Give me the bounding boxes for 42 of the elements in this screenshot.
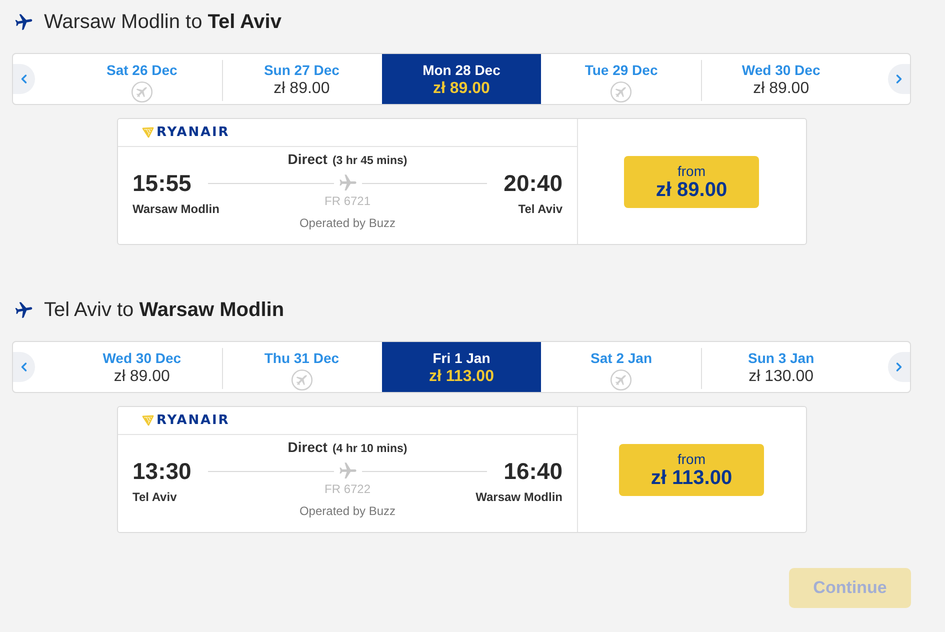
no-flight-icon	[290, 369, 313, 391]
no-flight-icon	[610, 369, 632, 391]
origin-city: Tel Aviv	[132, 490, 177, 504]
airplane-icon	[338, 173, 358, 193]
flight-number: FR 6721	[324, 194, 371, 208]
operator-label: Operated by Buzz	[299, 504, 396, 518]
date-tab[interactable]: Sun 3 Jan zł 130.00	[701, 342, 861, 392]
destination-city: Tel Aviv	[518, 202, 562, 216]
harp-logo-icon	[142, 415, 154, 426]
next-dates-button[interactable]	[888, 64, 910, 94]
leg-title: Tel Aviv to Warsaw Modlin	[44, 298, 284, 322]
date-tab[interactable]: Wed 30 Dec zł 89.00	[701, 54, 861, 104]
duration-label: (4 hr 10 mins)	[332, 442, 408, 456]
harp-logo-icon	[142, 127, 154, 138]
no-flight-icon	[130, 81, 153, 103]
departure-time: 15:55	[132, 172, 192, 194]
previous-dates-button[interactable]	[13, 352, 35, 382]
destination-city: Warsaw Modlin	[476, 490, 562, 504]
service-label: Direct	[288, 151, 328, 167]
airplane-icon	[14, 12, 34, 32]
airplane-icon	[14, 300, 34, 320]
date-tab[interactable]: Fri 1 Jan zł 113.00	[382, 342, 542, 392]
date-tab[interactable]: Sun 27 Dec zł 89.00	[222, 54, 382, 104]
date-tab[interactable]: Mon 28 Dec zł 89.00	[382, 54, 542, 104]
departure-time: 13:30	[132, 460, 192, 482]
date-tab[interactable]: Wed 30 Dec zł 89.00	[62, 342, 222, 392]
previous-dates-button[interactable]	[13, 64, 35, 94]
airplane-icon	[338, 461, 358, 481]
service-label: Direct	[288, 439, 328, 455]
fare-button[interactable]: from zł 89.00	[624, 156, 760, 208]
leg-title: Warsaw Modlin to Tel Aviv	[44, 10, 282, 34]
arrival-time: 20:40	[504, 172, 562, 194]
operator-label: Operated by Buzz	[299, 216, 396, 230]
fare-button[interactable]: from zł 113.00	[618, 444, 764, 496]
origin-city: Warsaw Modlin	[132, 202, 220, 216]
no-flight-icon	[610, 81, 632, 103]
airline-name: RYANAIR	[156, 126, 230, 140]
flight-number: FR 6722	[324, 482, 371, 496]
duration-label: (3 hr 45 mins)	[332, 154, 408, 168]
next-dates-button[interactable]	[888, 352, 910, 382]
arrival-time: 16:40	[504, 460, 562, 482]
airline-name: RYANAIR	[156, 414, 230, 428]
